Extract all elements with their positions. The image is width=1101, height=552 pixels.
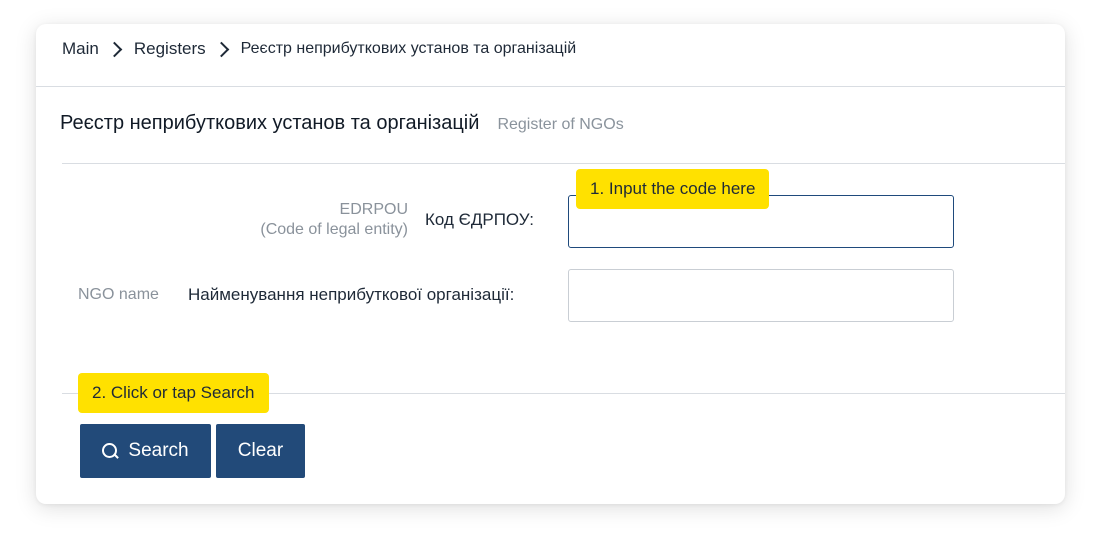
chevron-right-icon (106, 41, 123, 57)
title-divider (62, 163, 1065, 164)
breadcrumb-registers-link[interactable]: Registers (134, 39, 206, 59)
page-title: Реєстр неприбуткових установ та організа… (60, 112, 480, 134)
ngo-name-label-en: NGO name (78, 286, 159, 303)
breadcrumb-current: Реєстр неприбуткових установ та організа… (240, 40, 577, 57)
tooltip-input-code: 1. Input the code here (576, 169, 770, 209)
edrpou-label-en: EDRPOU (Code of legal entity) (260, 200, 408, 240)
clear-button-label: Clear (237, 440, 284, 461)
breadcrumb-main-link[interactable]: Main (62, 39, 99, 59)
ngo-name-label: Найменування неприбуткової організації: (188, 285, 515, 304)
search-button-label: Search (128, 440, 189, 461)
header-divider (36, 86, 1065, 87)
breadcrumb: Main Registers Реєстр неприбуткових уста… (62, 36, 576, 62)
search-button[interactable]: Search (80, 424, 211, 478)
page-title-row: Реєстр неприбуткових установ та організа… (60, 112, 624, 135)
search-icon (102, 443, 118, 459)
edrpou-label-en-line1: EDRPOU (339, 201, 408, 218)
edrpou-label: Код ЄДРПОУ: (425, 210, 534, 229)
ngo-name-input[interactable] (568, 269, 954, 322)
registry-card: Main Registers Реєстр неприбуткових уста… (36, 24, 1065, 504)
edrpou-label-en-line2: (Code of legal entity) (260, 221, 408, 238)
tooltip-click-search: 2. Click or tap Search (78, 373, 269, 413)
clear-button[interactable]: Clear (216, 424, 305, 478)
chevron-right-icon (213, 41, 229, 57)
page-subtitle: Register of NGOs (497, 116, 624, 133)
